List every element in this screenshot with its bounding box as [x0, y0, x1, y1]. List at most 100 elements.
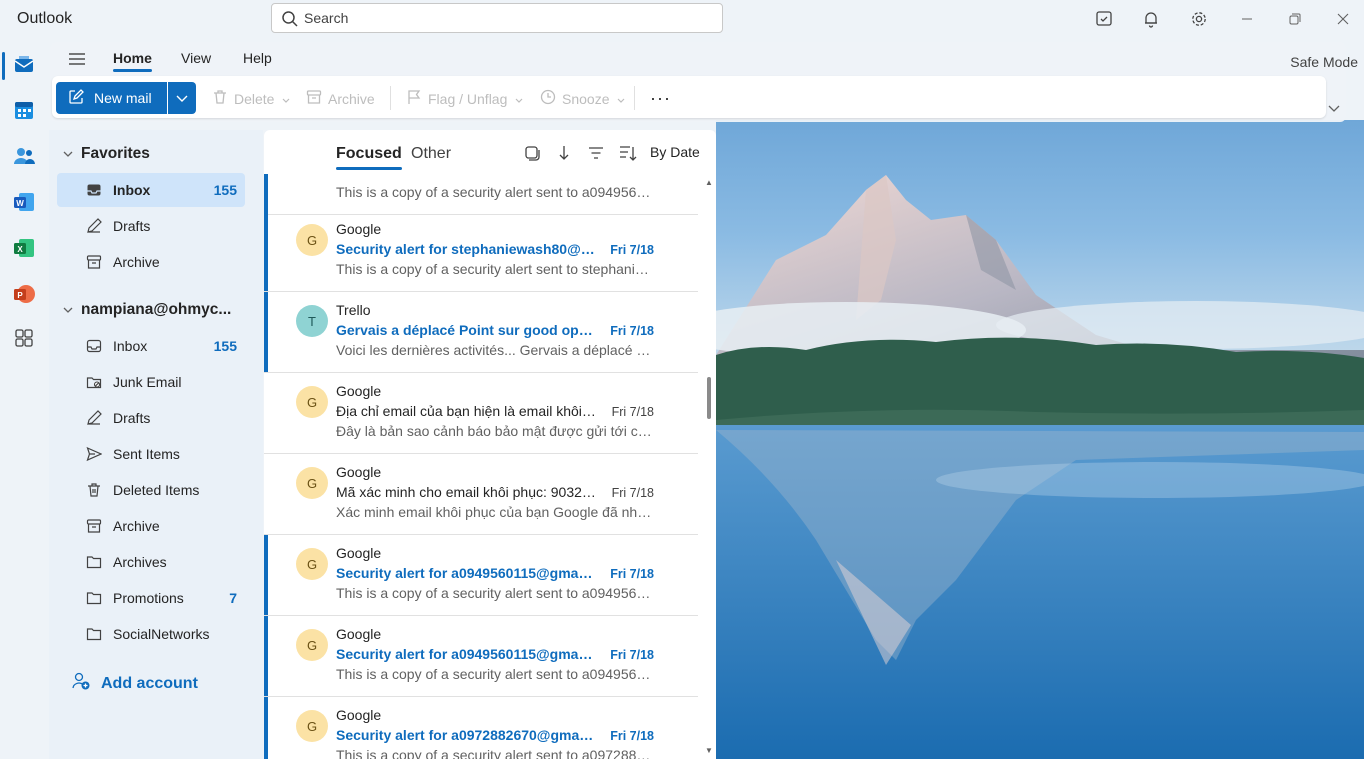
archive-icon: [306, 89, 322, 108]
list-item[interactable]: G Google Mã xác minh cho email khôi phục…: [264, 454, 698, 535]
powerpoint-icon[interactable]: P: [10, 280, 38, 308]
tab-other[interactable]: Other: [411, 145, 451, 163]
apps-icon[interactable]: [10, 324, 38, 352]
chevron-down-icon: [617, 91, 625, 107]
calendar-icon[interactable]: [10, 96, 38, 124]
ribbon: Home View Help Safe Mode New mail Delete…: [50, 42, 1358, 122]
message-date: Fri 7/18: [611, 405, 654, 419]
junk-icon: [85, 373, 103, 391]
new-mail-dropdown[interactable]: [168, 82, 196, 114]
delete-label: Delete: [234, 90, 275, 107]
folder-label: Deleted Items: [113, 482, 200, 498]
list-item[interactable]: G Google Security alert for a0972882670@…: [264, 697, 698, 759]
delete-button[interactable]: Delete: [212, 89, 290, 108]
sort-icon[interactable]: [618, 144, 638, 162]
close-icon[interactable]: [1331, 8, 1355, 30]
chevron-down-icon: [63, 307, 73, 313]
folder-sent-items[interactable]: Sent Items: [57, 437, 245, 471]
minimize-icon[interactable]: [1235, 8, 1259, 30]
more-options-button[interactable]: ···: [650, 88, 671, 109]
message-subject: Địa chỉ email của bạn hiện là email khôi…: [336, 403, 596, 419]
account-header[interactable]: nampiana@ohmyc...: [63, 301, 231, 319]
message-items: This is a copy of a security alert sent …: [264, 174, 706, 759]
favorite-inbox[interactable]: Inbox 155: [57, 173, 245, 207]
folder-promotions[interactable]: Promotions 7: [57, 581, 245, 615]
message-subject: Security alert for stephaniewash80@g...: [336, 241, 596, 257]
send-icon: [85, 445, 103, 463]
favorites-header[interactable]: Favorites: [63, 145, 150, 163]
list-item[interactable]: G Google Security alert for a0949560115@…: [264, 616, 698, 697]
archive-icon: [85, 517, 103, 535]
desktop-background: [716, 120, 1364, 759]
avatar: G: [296, 224, 328, 256]
folder-drafts[interactable]: Drafts: [57, 401, 245, 435]
folder-label: Drafts: [113, 410, 151, 426]
search-box[interactable]: [271, 3, 723, 33]
snooze-button[interactable]: Snooze: [540, 89, 625, 108]
add-account-label: Add account: [101, 674, 198, 692]
archive-label: Archive: [328, 90, 375, 107]
scroll-up-icon[interactable]: ▲: [705, 178, 713, 187]
bell-icon[interactable]: [1139, 8, 1163, 30]
favorite-archive[interactable]: Archive: [57, 245, 245, 279]
folder-socialnetworks[interactable]: SocialNetworks: [57, 617, 245, 651]
list-item[interactable]: T Trello Gervais a déplacé Point sur goo…: [264, 292, 698, 373]
hamburger-icon[interactable]: [68, 51, 86, 70]
folder-inbox[interactable]: Inbox 155: [57, 329, 245, 363]
message-sender: Google: [336, 545, 382, 561]
message-subject: Mã xác minh cho email khôi phục: 903249: [336, 484, 596, 500]
jump-down-icon[interactable]: [554, 144, 574, 162]
sort-by-date[interactable]: By Date: [650, 144, 700, 160]
inbox-icon: [85, 337, 103, 355]
notes-icon[interactable]: [1092, 8, 1116, 30]
word-icon[interactable]: W: [10, 188, 38, 216]
scroll-down-icon[interactable]: ▼: [705, 746, 713, 755]
list-item[interactable]: G Google Security alert for stephaniewas…: [264, 211, 698, 292]
clock-icon: [540, 89, 556, 108]
folder-archives[interactable]: Archives: [57, 545, 245, 579]
message-date: Fri 7/18: [610, 648, 654, 662]
favorite-drafts[interactable]: Drafts: [57, 209, 245, 243]
scroll-thumb[interactable]: [707, 377, 711, 419]
search-icon: [281, 10, 299, 31]
mail-icon[interactable]: [10, 50, 38, 78]
tab-focused[interactable]: Focused: [336, 145, 402, 170]
message-sender: Google: [336, 464, 382, 480]
favorites-label: Favorites: [81, 145, 150, 162]
title-bar: Outlook: [0, 0, 1364, 40]
people-icon[interactable]: [10, 142, 38, 170]
tab-help[interactable]: Help: [243, 50, 272, 66]
message-sender: Google: [336, 707, 382, 723]
message-list-scrollbar[interactable]: ▲ ▼: [704, 174, 714, 759]
app-rail: W X P: [0, 40, 48, 759]
search-input[interactable]: [304, 8, 704, 28]
flag-unflag-button[interactable]: Flag / Unflag: [406, 89, 523, 108]
folder-archive[interactable]: Archive: [57, 509, 245, 543]
tab-home[interactable]: Home: [113, 50, 152, 72]
folder-deleted-items[interactable]: Deleted Items: [57, 473, 245, 507]
list-item[interactable]: G Google Địa chỉ email của bạn hiện là e…: [264, 373, 698, 454]
folder-label: Inbox: [113, 338, 148, 354]
list-item[interactable]: G Google Security alert for a0949560115@…: [264, 535, 698, 616]
new-mail-button[interactable]: New mail: [56, 82, 167, 114]
list-item[interactable]: This is a copy of a security alert sent …: [264, 174, 698, 215]
svg-text:W: W: [16, 199, 24, 208]
flag-label: Flag / Unflag: [428, 90, 508, 107]
folder-icon: [85, 625, 103, 643]
archive-icon: [85, 253, 103, 271]
excel-icon[interactable]: X: [10, 234, 38, 262]
add-account-button[interactable]: Add account: [71, 671, 198, 696]
separator: [634, 86, 635, 110]
select-icon[interactable]: [522, 144, 542, 162]
filter-icon[interactable]: [586, 144, 606, 162]
archive-button[interactable]: Archive: [306, 89, 375, 108]
tab-view[interactable]: View: [181, 50, 211, 66]
message-subject: Security alert for a0949560115@gmail.c..…: [336, 565, 596, 581]
avatar: G: [296, 629, 328, 661]
restore-icon[interactable]: [1283, 8, 1307, 30]
ribbon-expand-icon[interactable]: [1328, 100, 1340, 116]
folder-junk-email[interactable]: Junk Email: [57, 365, 245, 399]
gear-icon[interactable]: [1187, 8, 1211, 30]
folder-label: Promotions: [113, 590, 184, 606]
compose-icon: [68, 88, 84, 108]
